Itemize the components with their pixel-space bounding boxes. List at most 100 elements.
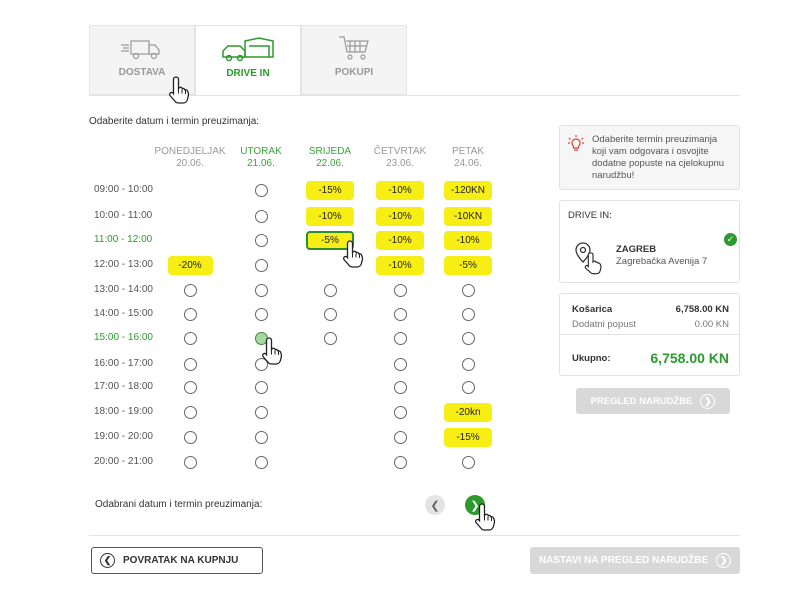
timeslot-radio[interactable]	[394, 381, 407, 394]
timeslot-radio[interactable]	[462, 308, 475, 321]
timeslot-radio[interactable]	[462, 332, 475, 345]
timeslot-radio[interactable]	[255, 431, 268, 444]
cart-summary: Košarica 6,758.00 KN Dodatni popust 0.00…	[559, 293, 740, 376]
divider	[89, 535, 740, 536]
timeslot-radio[interactable]	[394, 406, 407, 419]
back-button-label: POVRATAK NA KUPNJU	[123, 555, 239, 566]
discount-info-box: Odaberite termin preuzimanja koji vam od…	[559, 125, 740, 190]
timeslot-radio[interactable]	[184, 431, 197, 444]
discount-slot[interactable]: -15%	[306, 181, 354, 200]
time-label: 09:00 - 10:00	[94, 184, 153, 195]
timeslot-radio[interactable]	[462, 456, 475, 469]
discount-slot[interactable]: -10%	[376, 181, 424, 200]
timeslot-radio[interactable]	[255, 259, 268, 272]
timeslot-radio[interactable]	[324, 308, 337, 321]
timeslot-radio[interactable]	[184, 406, 197, 419]
timeslot-radio[interactable]	[255, 210, 268, 223]
timeslot-radio[interactable]	[394, 456, 407, 469]
discount-label: Dodatni popust	[572, 319, 636, 330]
location-pin-icon	[575, 242, 602, 275]
timeslot-radio[interactable]	[184, 381, 197, 394]
timeslot-radio[interactable]	[394, 358, 407, 371]
divider	[560, 334, 739, 335]
divider	[89, 95, 740, 96]
timeslot-radio[interactable]	[255, 332, 268, 345]
store-address: Zagrebačka Avenija 7	[616, 256, 708, 267]
store-city: ZAGREB	[616, 244, 657, 255]
discount-slot[interactable]: -20kn	[444, 403, 492, 422]
discount-slot[interactable]: -20%	[167, 256, 213, 275]
timeslot-radio[interactable]	[255, 358, 268, 371]
tab-label: DOSTAVA	[118, 67, 166, 78]
next-week-button[interactable]: ❯	[465, 495, 485, 515]
total-amount: 6,758.00 KN	[650, 350, 729, 366]
time-label: 11:00 - 12:00	[94, 234, 153, 245]
chevron-right-icon: ❯	[716, 553, 732, 568]
timeslot-radio[interactable]	[394, 284, 407, 297]
discount-slot[interactable]: -5%	[306, 231, 354, 250]
tab-label: DRIVE IN	[226, 68, 270, 79]
chosen-slot-label: Odabrani datum i termin preuzimanja:	[95, 499, 263, 510]
lightbulb-icon	[568, 135, 584, 151]
timeslot-radio[interactable]	[255, 381, 268, 394]
timeslot-radio[interactable]	[394, 332, 407, 345]
time-label: 13:00 - 14:00	[94, 284, 153, 295]
drive-in-heading: DRIVE IN:	[568, 210, 612, 221]
discount-slot[interactable]: -10%	[376, 207, 424, 226]
chevron-left-icon: ❮	[100, 553, 115, 568]
review-button-label: PREGLED NARUDŽBE	[590, 395, 693, 407]
drive-in-location-box: DRIVE IN: ZAGREB Zagrebačka Avenija 7 ✓	[559, 200, 740, 283]
timeslot-radio[interactable]	[255, 406, 268, 419]
timeslot-radio[interactable]	[255, 284, 268, 297]
discount-slot[interactable]: -10%	[376, 256, 424, 275]
timeslot-radio[interactable]	[462, 358, 475, 371]
time-label: 20:00 - 21:00	[94, 456, 153, 467]
drive-in-icon	[222, 37, 274, 62]
prev-week-button[interactable]: ❮	[425, 495, 445, 515]
time-label: 12:00 - 13:00	[94, 259, 153, 270]
discount-slot[interactable]: -10%	[376, 231, 424, 250]
discount-slot[interactable]: -10KN	[444, 207, 492, 226]
timeslot-radio[interactable]	[184, 358, 197, 371]
timeslot-radio[interactable]	[255, 308, 268, 321]
total-label: Ukupno:	[572, 352, 611, 364]
timeslot-radio[interactable]	[184, 456, 197, 469]
order-review-button[interactable]: PREGLED NARUDŽBE ❯	[576, 388, 730, 414]
tab-dostava[interactable]: DOSTAVA	[89, 25, 195, 95]
timeslot-radio[interactable]	[394, 431, 407, 444]
back-to-shopping-button[interactable]: ❮ POVRATAK NA KUPNJU	[91, 547, 263, 574]
timeslot-radio[interactable]	[462, 381, 475, 394]
timeslot-radio[interactable]	[184, 284, 197, 297]
timeslot-radio[interactable]	[324, 332, 337, 345]
timeslot-radio[interactable]	[184, 332, 197, 345]
chevron-right-icon: ❯	[470, 499, 480, 512]
discount-slot[interactable]: -120KN	[444, 181, 492, 200]
discount-slot[interactable]: -10%	[444, 231, 492, 250]
time-label: 15:00 - 16:00	[94, 332, 153, 343]
time-label: 10:00 - 11:00	[94, 210, 153, 221]
timeslot-radio[interactable]	[324, 284, 337, 297]
continue-button-label: NASTAVI NA PREGLED NARUDŽBE	[538, 555, 709, 566]
timeslot-radio[interactable]	[255, 184, 268, 197]
continue-to-review-button[interactable]: NASTAVI NA PREGLED NARUDŽBE ❯	[530, 547, 740, 574]
discount-slot[interactable]: -5%	[444, 256, 492, 275]
tab-pokupi[interactable]: POKUPI	[301, 25, 407, 95]
tab-drive-in[interactable]: DRIVE IN	[195, 25, 301, 96]
discount-slot[interactable]: -15%	[444, 428, 492, 447]
info-text: Odaberite termin preuzimanja koji vam od…	[592, 134, 725, 181]
discount-slot[interactable]: -10%	[306, 207, 354, 226]
tab-label: POKUPI	[334, 67, 374, 78]
chevron-right-icon: ❯	[700, 393, 716, 409]
pickup-instruction: Odaberite datum i termin preuzimanja:	[89, 116, 260, 127]
cart-icon	[339, 36, 369, 60]
time-label: 14:00 - 15:00	[94, 308, 153, 319]
time-label: 17:00 - 18:00	[94, 381, 153, 392]
timeslot-radio[interactable]	[255, 234, 268, 247]
timeslot-radio[interactable]	[394, 308, 407, 321]
cart-label: Košarica	[572, 304, 613, 315]
timeslot-radio[interactable]	[184, 308, 197, 321]
timeslot-radio[interactable]	[255, 456, 268, 469]
day-date: 24.06.	[454, 158, 482, 169]
time-label: 18:00 - 19:00	[94, 406, 153, 417]
timeslot-radio[interactable]	[462, 284, 475, 297]
